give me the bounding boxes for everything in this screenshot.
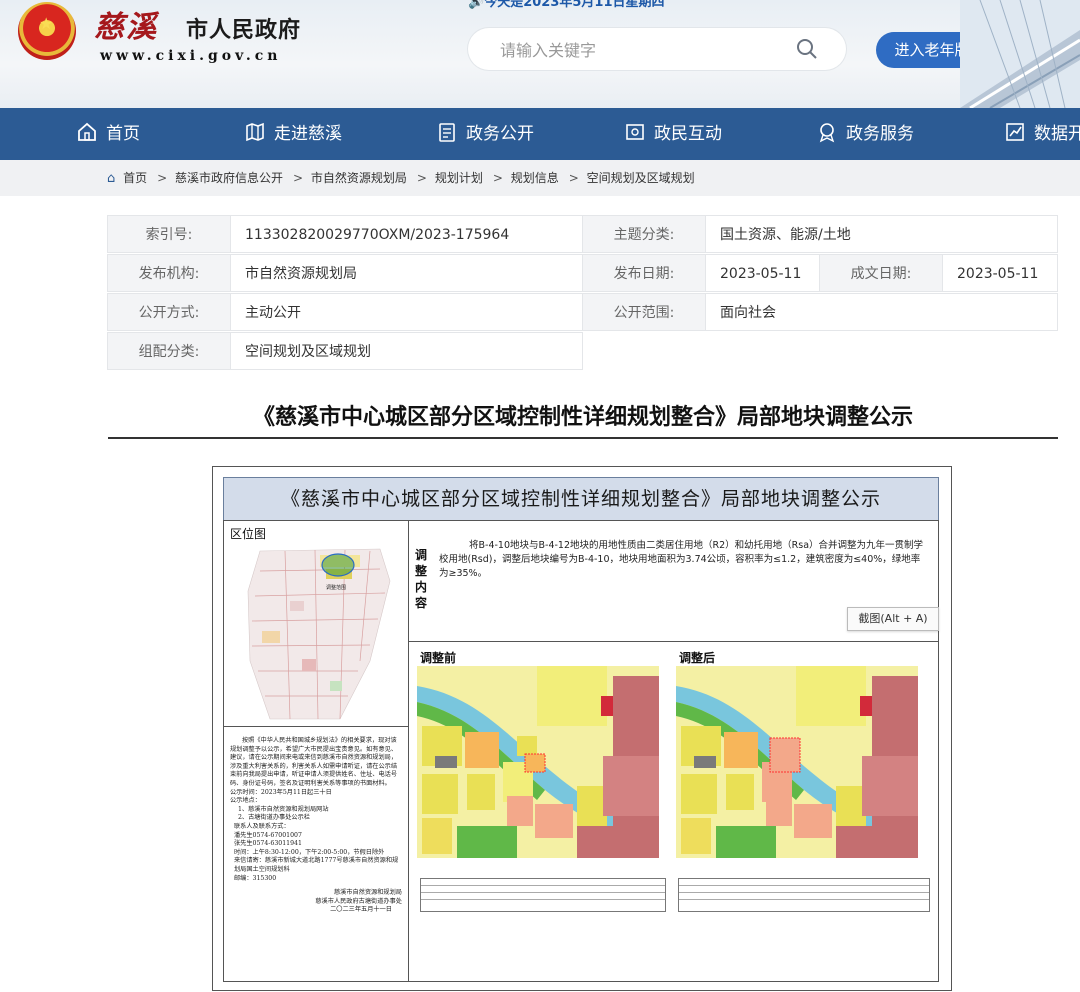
meta-pubdate-value: 2023-05-11 [705, 254, 820, 292]
adjustment-text: 将B-4-10地块与B-4-12地块的用地性质由二类居住用地（R2）和幼托用地（… [439, 540, 924, 579]
breadcrumb-item[interactable]: 市自然资源规划局 [311, 171, 407, 185]
after-indicator-table [678, 878, 930, 912]
location-map-image: 调整范围 [230, 541, 402, 721]
nav-item-open-gov[interactable]: 政务公开 [436, 108, 534, 160]
chart-icon [1006, 123, 1024, 141]
nav-item-services[interactable]: 政务服务 [816, 108, 914, 160]
meta-subject-value: 国土资源、能源/土地 [705, 215, 1058, 253]
chat-icon [626, 124, 644, 140]
national-emblem-icon: ★ [18, 2, 76, 60]
meta-label: 公开范围: [582, 293, 706, 331]
badge-icon [819, 123, 835, 143]
chevron-right-icon: > [157, 171, 168, 185]
search-icon[interactable] [796, 38, 818, 60]
site-logo[interactable]: 慈溪 [94, 2, 158, 46]
notice-body: 区位图 调整范围 按照《中华人民共和国城乡规划法》的相关要求，现对该规划调整予以… [223, 520, 939, 982]
breadcrumb: ⌂ 首页 > 慈溪市政府信息公开 > 市自然资源规划局 > 规划计划 > 规划信息 > 空… [0, 160, 1080, 196]
meta-scope-value: 面向社会 [705, 293, 1058, 331]
main-nav: 首页 走进慈溪 政务公开 政民互动 政务服务 数据开 [0, 108, 1080, 160]
location-map-panel: 区位图 调整范围 [224, 521, 409, 727]
search-box [468, 28, 846, 70]
meta-label: 成文日期: [819, 254, 943, 292]
nav-item-data[interactable]: 数据开 [1004, 108, 1080, 160]
breadcrumb-item[interactable]: 慈溪市政府信息公开 [175, 171, 283, 185]
nav-item-about[interactable]: 走进慈溪 [244, 108, 342, 160]
location-map-tag: 调整范围 [326, 584, 346, 591]
notice-title: 《慈溪市中心城区部分区域控制性详细规划整合》局部地块调整公示 [223, 477, 939, 521]
search-input[interactable] [498, 38, 772, 62]
page-title: 《慈溪市中心城区部分区域控制性详细规划整合》局部地块调整公示 [252, 405, 913, 430]
site-header: ★ 慈溪 市人民政府 www.cixi.gov.cn 🔊今天是2023年5月11… [0, 0, 1080, 108]
chevron-right-icon: > [416, 171, 427, 185]
meta-category-value: 空间规划及区域规划 [230, 332, 583, 370]
breadcrumb-item[interactable]: 空间规划及区域规划 [587, 171, 695, 185]
breadcrumb-item[interactable]: 首页 [123, 171, 147, 185]
home-icon[interactable]: ⌂ [107, 171, 115, 186]
meta-label: 发布机构: [107, 254, 231, 292]
date-line: 🔊今天是2023年5月11日星期四 [468, 0, 665, 10]
home-icon [78, 122, 96, 141]
after-label: 调整后 [679, 651, 716, 665]
nav-item-interaction[interactable]: 政民互动 [624, 108, 722, 160]
meta-label: 索引号: [107, 215, 231, 253]
meta-label: 组配分类: [107, 332, 231, 370]
screenshot-tooltip-button[interactable]: 截图(Alt + A) [847, 607, 939, 631]
meta-publisher-value: 市自然资源规划局 [230, 254, 583, 292]
before-indicator-table [420, 878, 666, 912]
speaker-icon: 🔊 [468, 0, 485, 10]
plan-before-map [417, 666, 659, 858]
map-icon [246, 122, 264, 142]
chevron-right-icon: > [568, 171, 579, 185]
meta-label: 公开方式: [107, 293, 231, 331]
meta-index-value: 113302820029770OXM/2023-175964 [230, 215, 583, 253]
meta-writedate-value: 2023-05-11 [942, 254, 1058, 292]
plan-after-map [676, 666, 918, 858]
document-icon [439, 123, 455, 142]
chevron-right-icon: > [492, 171, 503, 185]
meta-openmode-value: 主动公开 [230, 293, 583, 331]
meta-label: 发布日期: [582, 254, 706, 292]
bridge-banner-image [960, 0, 1080, 108]
notice-image: 《慈溪市中心城区部分区域控制性详细规划整合》局部地块调整公示 区位图 调整范围 … [212, 466, 952, 991]
legal-notice-text: 按照《中华人民共和国城乡规划法》的相关要求，现对该规划调整予以公示，希望广大市民… [224, 727, 409, 981]
breadcrumb-item[interactable]: 规划信息 [511, 171, 559, 185]
site-logo-text[interactable]: 市人民政府 [186, 12, 301, 44]
site-url: www.cixi.gov.cn [100, 48, 282, 64]
adjustment-label: 调整内容 [415, 548, 428, 610]
location-map-label: 区位图 [230, 527, 267, 541]
breadcrumb-item[interactable]: 规划计划 [435, 171, 483, 185]
before-label: 调整前 [420, 651, 457, 665]
meta-label: 主题分类: [582, 215, 706, 253]
indicator-tables [420, 878, 930, 912]
nav-item-home[interactable]: 首页 [76, 108, 140, 160]
chevron-right-icon: > [293, 171, 304, 185]
title-divider [108, 437, 1058, 439]
